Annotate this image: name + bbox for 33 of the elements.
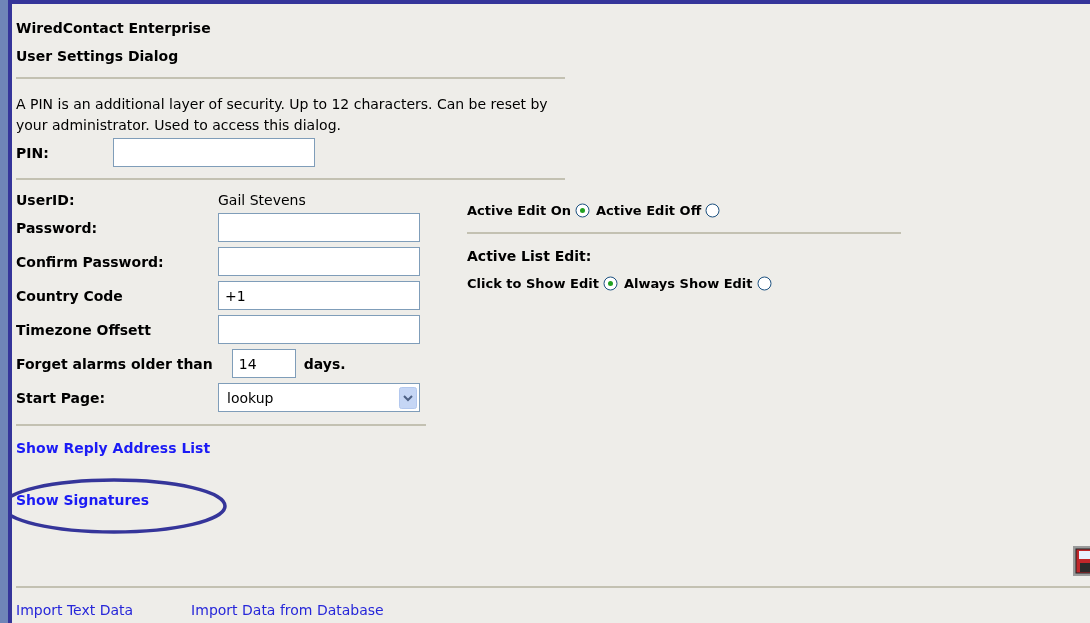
field-label: Timezone Offsett bbox=[16, 321, 152, 338]
input-field[interactable] bbox=[218, 247, 420, 276]
link[interactable]: Import Data from Database bbox=[191, 602, 384, 618]
input-field[interactable] bbox=[218, 315, 420, 344]
field-label: UserID: bbox=[16, 192, 76, 208]
pin-field[interactable] bbox=[113, 138, 315, 167]
pin-description: A PIN is an additional layer of security. Up to 12 characters. Can be reset by your administrator. Used to access this dialog. bbox=[16, 95, 549, 135]
radio-label: Always Show Edit bbox=[623, 275, 753, 291]
link[interactable]: Import Text Data bbox=[16, 602, 134, 618]
field-label: Forget alarms older than bbox=[16, 355, 213, 372]
radio-button[interactable] bbox=[602, 275, 618, 291]
field-label: Country Code bbox=[16, 287, 124, 304]
field-label: Confirm Password: bbox=[16, 253, 165, 270]
field-label: PIN: bbox=[16, 144, 50, 161]
radio-label: Active Edit Off bbox=[595, 202, 702, 218]
input-field[interactable]: 14 bbox=[231, 349, 296, 378]
radio-label: Click to Show Edit bbox=[467, 275, 599, 291]
radio-button[interactable] bbox=[705, 202, 721, 218]
field-label: Password: bbox=[16, 219, 99, 236]
input-field[interactable]: +1 bbox=[218, 281, 420, 310]
input-field[interactable] bbox=[218, 213, 420, 242]
field-unit: days. bbox=[303, 355, 346, 372]
section-label: Active List Edit: bbox=[467, 248, 593, 264]
radio-button[interactable] bbox=[756, 275, 772, 291]
link[interactable]: Show Signatures bbox=[16, 492, 150, 508]
app-title: WiredContact Enterprise bbox=[16, 19, 212, 38]
radio-button[interactable] bbox=[574, 202, 590, 218]
field-value: Gail Stevens bbox=[218, 192, 307, 208]
dropdown[interactable]: lookup bbox=[218, 383, 420, 412]
radio-label: Active Edit On bbox=[467, 202, 571, 218]
link[interactable]: Show Reply Address List bbox=[16, 440, 211, 456]
field-label: Start Page: bbox=[16, 389, 107, 406]
dialog-title: User Settings Dialog bbox=[16, 47, 180, 66]
